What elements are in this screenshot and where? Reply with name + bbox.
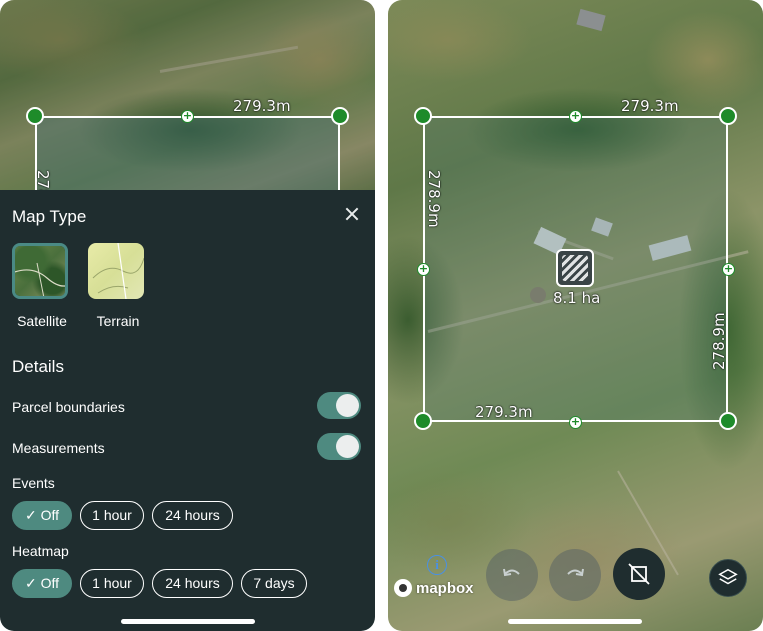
events-option-24-hours[interactable]: 24 hours <box>152 501 233 530</box>
undo-button[interactable] <box>486 549 538 601</box>
satellite-thumbnail <box>12 243 68 299</box>
corner-handle-top-right[interactable] <box>719 107 737 125</box>
events-option-1-hour[interactable]: 1 hour <box>80 501 144 530</box>
measurement-top: 279.3m <box>233 97 291 115</box>
clear-shape-button[interactable] <box>613 548 665 600</box>
corner-handle-top-left[interactable] <box>414 107 432 125</box>
details-heading: Details <box>12 357 64 376</box>
midpoint-handle-top[interactable]: + <box>569 110 582 123</box>
measurement-left: 278.9m <box>425 170 443 228</box>
mapbox-mark-icon <box>394 579 412 597</box>
measurement-top: 279.3m <box>621 97 679 115</box>
layers-icon <box>718 568 738 585</box>
terrain-thumbnail <box>88 243 144 299</box>
events-label: Events <box>12 475 55 491</box>
measurement-bottom: 279.3m <box>475 403 533 421</box>
midpoint-handle-bottom[interactable]: + <box>569 416 582 429</box>
corner-handle-bottom-right[interactable] <box>719 412 737 430</box>
left-phone-screen: + 279.3m 278.9m Map Type Satellite <box>0 0 375 631</box>
parcel-boundaries-toggle[interactable] <box>317 392 361 419</box>
undo-icon <box>503 568 520 577</box>
measurements-label: Measurements <box>12 440 105 456</box>
map-type-terrain[interactable]: Terrain <box>88 243 148 329</box>
mapbox-logo: mapbox <box>394 578 474 598</box>
area-label: 8.1 ha <box>553 289 601 307</box>
home-indicator[interactable] <box>508 619 642 624</box>
corner-handle-top-left[interactable] <box>26 107 44 125</box>
sheet-title: Map Type <box>12 207 87 226</box>
redo-button[interactable] <box>549 549 601 601</box>
midpoint-handle-left[interactable]: + <box>417 263 430 276</box>
crossed-square-icon <box>628 563 650 585</box>
map-view[interactable]: + 279.3m 278.9m <box>0 0 375 228</box>
heatmap-option-off[interactable]: ✓ Off <box>12 569 72 598</box>
heatmap-option-1-hour[interactable]: 1 hour <box>80 569 144 598</box>
map-settings-sheet: Map Type Satellite Terrain Details Parce… <box>0 190 375 631</box>
corner-handle-top-right[interactable] <box>331 107 349 125</box>
info-icon[interactable]: i <box>427 555 447 575</box>
home-indicator[interactable] <box>121 619 255 624</box>
midpoint-handle-top[interactable]: + <box>181 110 194 123</box>
heatmap-label: Heatmap <box>12 543 69 559</box>
hatched-square-icon[interactable] <box>556 249 594 287</box>
heatmap-option-7-days[interactable]: 7 days <box>241 569 307 598</box>
events-option-off[interactable]: ✓ Off <box>12 501 72 530</box>
layers-button[interactable] <box>709 559 747 597</box>
heatmap-option-24-hours[interactable]: 24 hours <box>152 569 233 598</box>
map-type-label: Terrain <box>96 313 140 329</box>
midpoint-handle-right[interactable]: + <box>722 263 735 276</box>
map-type-satellite[interactable]: Satellite <box>12 243 72 329</box>
corner-handle-bottom-left[interactable] <box>414 412 432 430</box>
parcel-boundaries-label: Parcel boundaries <box>12 399 125 415</box>
close-icon[interactable] <box>340 202 364 226</box>
measurements-toggle[interactable] <box>317 433 361 460</box>
mapbox-wordmark: mapbox <box>416 579 474 597</box>
map-type-label: Satellite <box>17 313 67 329</box>
right-phone-screen: + + + + 279.3m 279.3m 278.9m 278.9m 8.1 … <box>388 0 763 631</box>
measurement-right: 278.9m <box>710 312 728 370</box>
redo-icon <box>567 568 584 577</box>
